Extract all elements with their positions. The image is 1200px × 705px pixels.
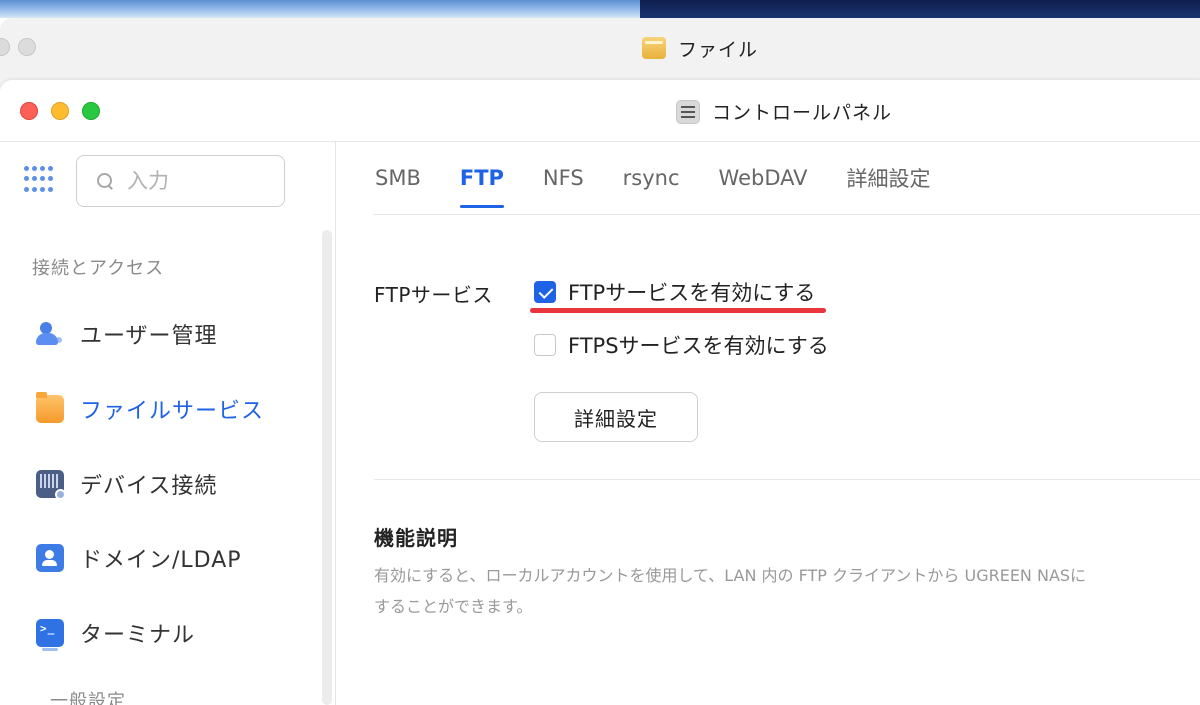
sidebar-item-label: ユーザー管理	[80, 324, 218, 349]
folder-icon	[641, 37, 666, 59]
tab-rsync[interactable]: rsync	[623, 142, 680, 214]
search-icon	[97, 173, 113, 189]
window-controls	[20, 102, 100, 120]
window-title-group: コントロールパネル	[676, 98, 892, 125]
tab-ftp[interactable]: FTP	[459, 142, 504, 214]
files-window-title: ファイル	[677, 38, 758, 61]
window-titlebar: コントロールパネル	[0, 80, 1200, 142]
sidebar-item-terminal[interactable]: ターミナル	[36, 613, 195, 653]
sidebar-item-device-connection[interactable]: デバイス接続	[36, 464, 217, 504]
tab-bar: SMB FTP NFS rsync WebDAV 詳細設定	[375, 142, 970, 214]
desktop-background	[0, 0, 1200, 18]
enable-ftp-option[interactable]: FTPサービスを有効にする	[534, 277, 815, 307]
sidebar-item-label: ターミナル	[80, 623, 196, 648]
search-input[interactable]	[127, 169, 247, 193]
folder-icon	[36, 392, 64, 423]
description-text: 有効にすると、ローカルアカウントを使用して、LAN 内の FTP クライアントか…	[374, 566, 1087, 616]
close-button[interactable]	[20, 102, 38, 120]
sidebar-item-label: デバイス接続	[80, 474, 218, 499]
content-divider	[374, 479, 1200, 480]
enable-ftps-option[interactable]: FTPSサービスを有効にする	[534, 330, 829, 360]
control-panel-icon	[676, 99, 700, 124]
domain-icon	[36, 544, 64, 572]
sidebar-section-title: 接続とアクセス	[32, 258, 165, 279]
control-panel-window: コントロールパネル 接続とアクセス ユーザー管理 ファイルサービス デバイス接続…	[0, 80, 1200, 705]
tab-smb[interactable]: SMB	[375, 142, 421, 214]
files-window-titlebar: ファイル	[0, 18, 1200, 78]
device-icon	[36, 470, 66, 500]
terminal-icon	[36, 619, 64, 651]
zoom-button[interactable]	[82, 102, 100, 120]
apps-grid-icon[interactable]	[24, 166, 53, 194]
advanced-settings-button[interactable]: 詳細設定	[534, 392, 698, 442]
enable-ftps-label[interactable]: FTPSサービスを有効にする	[568, 330, 829, 360]
main-content: SMB FTP NFS rsync WebDAV 詳細設定 FTPサービス FT…	[337, 142, 1200, 705]
enable-ftp-checkbox[interactable]	[534, 281, 556, 303]
highlight-underline	[530, 308, 826, 313]
enable-ftp-label[interactable]: FTPサービスを有効にする	[568, 277, 815, 307]
enable-ftps-checkbox[interactable]	[534, 334, 556, 356]
sidebar: 接続とアクセス ユーザー管理 ファイルサービス デバイス接続 ドメイン/LDAP…	[0, 142, 336, 705]
sidebar-item-label: ファイルサービス	[80, 399, 265, 424]
description-title: 機能説明	[374, 526, 458, 550]
sidebar-item-label: ドメイン/LDAP	[80, 548, 242, 573]
tab-webdav[interactable]: WebDAV	[719, 142, 808, 214]
sidebar-item-user-management[interactable]: ユーザー管理	[36, 314, 218, 354]
window-title: コントロールパネル	[712, 102, 893, 124]
sidebar-section-title-partial: 一般設定	[50, 691, 126, 705]
sidebar-scrollbar[interactable]	[322, 230, 332, 705]
sidebar-item-domain-ldap[interactable]: ドメイン/LDAP	[36, 538, 242, 578]
search-box[interactable]	[76, 155, 285, 207]
minimize-button[interactable]	[51, 102, 69, 120]
tab-nfs[interactable]: NFS	[543, 142, 584, 214]
user-management-icon	[36, 320, 64, 348]
tab-advanced-settings[interactable]: 詳細設定	[847, 142, 931, 214]
sidebar-item-file-service[interactable]: ファイルサービス	[36, 389, 264, 429]
ftp-service-label: FTPサービス	[374, 283, 493, 307]
tabs-divider	[374, 214, 1200, 215]
